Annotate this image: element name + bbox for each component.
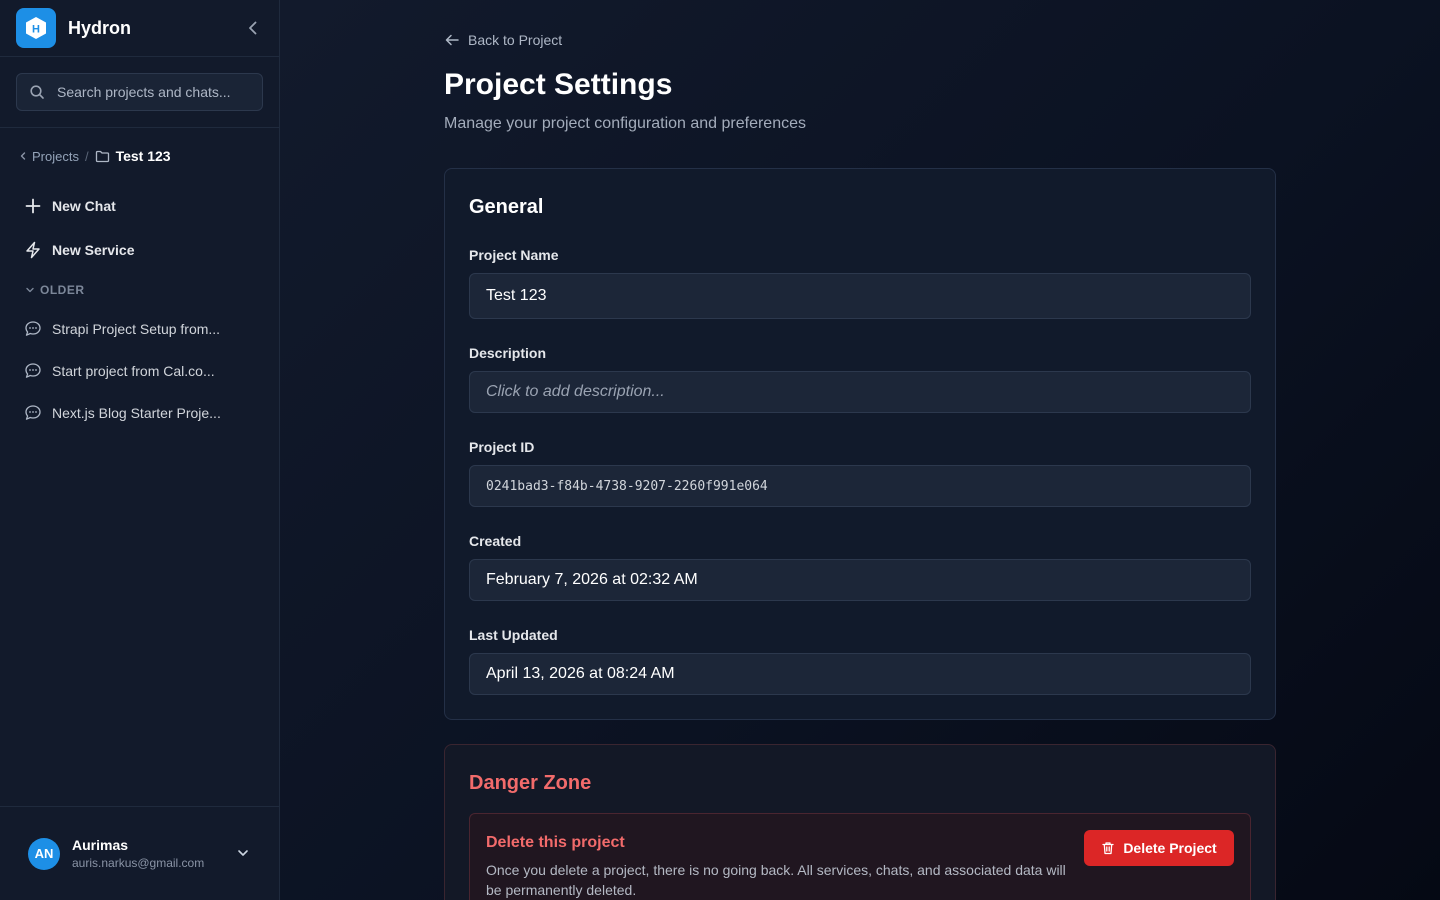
search-icon bbox=[29, 84, 45, 100]
new-service-label: New Service bbox=[52, 242, 135, 258]
delete-project-label: Delete Project bbox=[1123, 840, 1217, 856]
created-label: Created bbox=[469, 533, 522, 549]
older-group-toggle[interactable]: OLDER bbox=[0, 272, 279, 308]
delete-project-panel: Delete this project Once you delete a pr… bbox=[469, 813, 1251, 900]
project-name-input[interactable]: Test 123 bbox=[469, 273, 1251, 319]
brand-name: Hydron bbox=[68, 17, 131, 38]
breadcrumb-separator: / bbox=[84, 148, 89, 164]
chat-item-label: Start project from Cal.co... bbox=[52, 363, 215, 379]
general-heading: General bbox=[469, 196, 544, 218]
search-input[interactable] bbox=[57, 84, 250, 100]
chat-bubble-icon bbox=[24, 320, 42, 338]
danger-zone-card: Danger Zone Delete this project Once you… bbox=[444, 744, 1276, 900]
sidebar: H Hydron Projects / Test 123 New Chat bbox=[0, 0, 280, 900]
new-chat-label: New Chat bbox=[52, 198, 116, 214]
description-label: Description bbox=[469, 345, 547, 361]
project-id-label: Project ID bbox=[469, 439, 535, 455]
back-to-project-link[interactable]: Back to Project bbox=[444, 32, 562, 48]
older-group-label: OLDER bbox=[40, 283, 85, 297]
last-updated-value: April 13, 2026 at 08:24 AM bbox=[469, 653, 1251, 695]
user-info: Aurimas auris.narkus@gmail.com bbox=[72, 837, 204, 870]
breadcrumb-chevron-left-icon bbox=[18, 151, 28, 161]
chevron-down-icon bbox=[24, 284, 36, 296]
chat-item[interactable]: Next.js Blog Starter Proje... bbox=[0, 392, 279, 434]
chat-item-label: Next.js Blog Starter Proje... bbox=[52, 405, 221, 421]
delete-project-title: Delete this project bbox=[486, 834, 625, 851]
brand-header: H Hydron bbox=[0, 0, 279, 57]
project-id-value: 0241bad3-f84b-4738-9207-2260f991e064 bbox=[469, 465, 1251, 507]
user-email: auris.narkus@gmail.com bbox=[72, 856, 205, 870]
user-menu[interactable]: AN Aurimas auris.narkus@gmail.com bbox=[0, 806, 279, 900]
avatar: AN bbox=[28, 837, 60, 870]
project-name-label: Project Name bbox=[469, 247, 559, 263]
user-name: Aurimas bbox=[72, 837, 129, 853]
breadcrumb: Projects / Test 123 bbox=[0, 128, 279, 184]
delete-project-button[interactable]: Delete Project bbox=[1084, 830, 1234, 866]
main-panel: Back to Project Project Settings Manage … bbox=[280, 0, 1440, 900]
back-to-project-label: Back to Project bbox=[468, 32, 563, 48]
page-subtitle: Manage your project configuration and pr… bbox=[444, 115, 806, 132]
breadcrumb-projects-link[interactable]: Projects bbox=[32, 149, 79, 164]
general-settings-card: General Project Name Test 123 Descriptio… bbox=[444, 168, 1276, 720]
last-updated-label: Last Updated bbox=[469, 627, 558, 643]
folder-icon bbox=[95, 150, 110, 163]
description-field[interactable]: Click to add description... bbox=[469, 371, 1251, 413]
breadcrumb-current-project: Test 123 bbox=[115, 148, 171, 164]
new-service-button[interactable]: New Service bbox=[0, 228, 279, 272]
svg-text:H: H bbox=[32, 24, 40, 36]
delete-project-description: Once you delete a project, there is no g… bbox=[486, 862, 1066, 898]
chat-item[interactable]: Start project from Cal.co... bbox=[0, 350, 279, 392]
chevron-down-icon bbox=[235, 845, 251, 861]
trash-icon bbox=[1101, 841, 1115, 855]
plus-icon bbox=[24, 197, 42, 215]
search-box[interactable] bbox=[16, 73, 263, 111]
new-chat-button[interactable]: New Chat bbox=[0, 184, 279, 228]
hydron-logo-icon: H bbox=[16, 8, 56, 48]
arrow-left-icon bbox=[444, 32, 460, 48]
collapse-sidebar-chevron-left-icon[interactable] bbox=[243, 18, 263, 38]
created-value: February 7, 2026 at 02:32 AM bbox=[469, 559, 1251, 601]
danger-zone-heading: Danger Zone bbox=[469, 772, 592, 794]
lightning-icon bbox=[24, 241, 42, 259]
chat-item-label: Strapi Project Setup from... bbox=[52, 321, 221, 337]
chat-item[interactable]: Strapi Project Setup from... bbox=[0, 308, 279, 350]
page-title: Project Settings bbox=[444, 68, 673, 101]
chat-bubble-icon bbox=[24, 362, 42, 380]
chat-bubble-icon bbox=[24, 404, 42, 422]
search-container bbox=[0, 57, 279, 128]
